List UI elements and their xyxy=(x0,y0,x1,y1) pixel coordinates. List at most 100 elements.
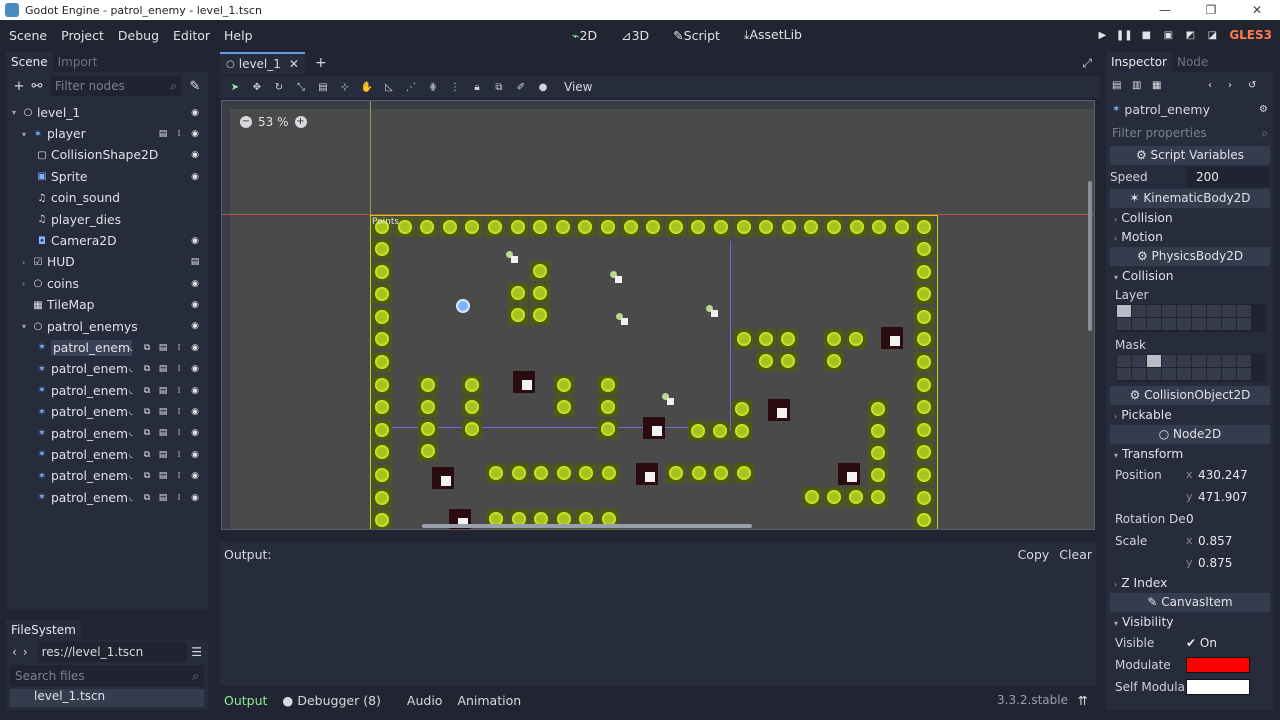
tree-node-patrol-enemy[interactable]: ✶ patrol_enem ◟ ⧉ ▤ ⁞ ◉ xyxy=(6,380,208,401)
mode-3d-button[interactable]: ⊿3D xyxy=(621,28,661,43)
object-properties-icon[interactable]: ⚙ xyxy=(1259,104,1268,115)
patrol-enemy-sprite[interactable] xyxy=(768,399,790,421)
camera-override-icon[interactable]: ● xyxy=(532,82,554,93)
group-icon[interactable]: ⁞ xyxy=(171,493,187,503)
position-y-field[interactable]: 471.907 xyxy=(1198,490,1270,504)
script-attached-icon[interactable]: ▤ xyxy=(155,129,171,139)
search-files-input[interactable]: Search files ⌕ xyxy=(10,665,204,687)
ruler-mode-icon[interactable]: ◺ xyxy=(378,82,400,93)
filter-properties-input[interactable]: Filter properties ⌕ xyxy=(1110,122,1270,144)
visibility-eye-icon[interactable]: ◉ xyxy=(187,386,203,396)
visibility-eye-icon[interactable]: ◉ xyxy=(187,471,203,481)
2d-viewport[interactable]: − 53 % + Points xyxy=(221,100,1095,530)
new-scene-tab-icon[interactable]: + xyxy=(315,55,327,71)
horizontal-scrollbar[interactable] xyxy=(422,524,752,528)
section-physics-body[interactable]: ⚙ PhysicsBody2D xyxy=(1110,247,1270,266)
close-icon[interactable]: ✕ xyxy=(1234,3,1280,17)
patrol-enemy-sprite[interactable] xyxy=(432,467,454,489)
visibility-eye-icon[interactable]: ◉ xyxy=(187,108,203,118)
snap-options-icon[interactable]: ⋮ xyxy=(444,82,466,93)
coin-node[interactable] xyxy=(706,305,718,317)
renderer-selector[interactable]: GLES3 xyxy=(1229,28,1272,42)
tree-node-player[interactable]: ▾ ✶ player ▤ ⁞ ◉ xyxy=(6,123,208,144)
filesystem-path[interactable]: res://level_1.tscn xyxy=(37,642,188,662)
scale-y-field[interactable]: 0.875 xyxy=(1198,556,1270,570)
script-attached-icon[interactable]: ▤ xyxy=(155,428,171,438)
instance-icon[interactable]: ⧉ xyxy=(139,343,155,353)
mask-bitmask[interactable] xyxy=(1116,353,1266,382)
coin-node[interactable] xyxy=(616,313,628,325)
group-pickable[interactable]: › Pickable xyxy=(1110,406,1270,425)
group-icon[interactable]: ⁞ xyxy=(171,428,187,438)
instance-icon[interactable]: ⧉ xyxy=(139,493,155,503)
modulate-color-picker[interactable] xyxy=(1186,656,1250,673)
mode-assetlib-button[interactable]: ⤓AssetLib xyxy=(744,27,814,43)
signal-icon[interactable]: ◟ xyxy=(123,386,139,396)
group-visibility[interactable]: ▾ Visibility xyxy=(1110,613,1270,632)
tab-inspector[interactable]: Inspector xyxy=(1106,52,1172,72)
group-motion[interactable]: › Motion xyxy=(1110,228,1270,247)
tab-output[interactable]: Output xyxy=(224,693,267,708)
self-modulate-color-picker[interactable] xyxy=(1186,678,1250,695)
visibility-eye-icon[interactable]: ◉ xyxy=(187,364,203,374)
group-icon[interactable]: ⁞ xyxy=(171,364,187,374)
instance-icon[interactable]: ⧉ xyxy=(139,407,155,417)
mode-script-button[interactable]: ✎Script xyxy=(673,28,732,43)
visibility-eye-icon[interactable]: ◉ xyxy=(187,172,203,182)
script-attached-icon[interactable]: ▤ xyxy=(155,450,171,460)
visibility-eye-icon[interactable]: ◉ xyxy=(187,300,203,310)
tree-node-patrol-enemy-selected[interactable]: ✶ patrol_enem ◟ ⧉ ▤ ⁞ ◉ xyxy=(6,337,208,358)
pause-icon[interactable]: ❚❚ xyxy=(1113,30,1135,41)
menu-project[interactable]: Project xyxy=(61,28,104,43)
play-scene-icon[interactable]: ▣ xyxy=(1157,30,1179,41)
forward-arrow-icon[interactable]: › xyxy=(23,645,28,659)
tree-node-patrol-enemy[interactable]: ✶ patrol_enem ◟ ⧉ ▤ ⁞ ◉ xyxy=(6,401,208,422)
visibility-eye-icon[interactable]: ◉ xyxy=(187,407,203,417)
copy-button[interactable]: Copy xyxy=(1018,547,1050,562)
patrol-enemy-sprite[interactable] xyxy=(838,463,860,485)
tab-filesystem[interactable]: FileSystem xyxy=(6,620,81,640)
pivot-mode-icon[interactable]: ⊹ xyxy=(334,82,356,93)
expand-panel-icon[interactable]: ⇈ xyxy=(1078,693,1088,708)
visibility-eye-icon[interactable]: ◉ xyxy=(187,493,203,503)
script-attached-icon[interactable]: ▤ xyxy=(155,407,171,417)
bones-icon[interactable]: ✐ xyxy=(510,82,532,93)
patrol-enemy-sprite[interactable] xyxy=(643,417,665,439)
instance-icon[interactable]: ⧉ xyxy=(139,450,155,460)
signal-icon[interactable]: ◟ xyxy=(123,364,139,374)
visibility-eye-icon[interactable]: ◉ xyxy=(187,343,203,353)
section-node2d[interactable]: ○ Node2D xyxy=(1110,425,1270,444)
coin-node[interactable] xyxy=(662,393,674,405)
play-icon[interactable]: ▶ xyxy=(1091,30,1113,41)
grid-snap-icon[interactable]: ⋕ xyxy=(422,82,444,93)
instance-icon[interactable]: ⧉ xyxy=(139,364,155,374)
tab-animation[interactable]: Animation xyxy=(457,693,521,708)
visibility-eye-icon[interactable]: ◉ xyxy=(187,279,203,289)
group-transform[interactable]: ▾ Transform xyxy=(1110,445,1270,464)
group-icon[interactable]: ⁞ xyxy=(171,407,187,417)
group-icon[interactable]: ⁞ xyxy=(171,471,187,481)
group-nodes-icon[interactable]: ⧉ xyxy=(488,82,510,93)
select-mode-icon[interactable]: ➤ xyxy=(224,82,246,93)
tree-node-sprite[interactable]: ▣ Sprite ◉ xyxy=(6,166,208,187)
instance-icon[interactable]: ⧉ xyxy=(139,471,155,481)
tree-node-player-dies[interactable]: ♫ player_dies xyxy=(6,209,208,230)
tree-node-patrol-enemys[interactable]: ▾ ○ patrol_enemys ◉ xyxy=(6,316,208,337)
move-mode-icon[interactable]: ✥ xyxy=(246,82,268,93)
link-icon[interactable]: ⚯ xyxy=(28,79,46,94)
visibility-eye-icon[interactable]: ◉ xyxy=(187,129,203,139)
visibility-eye-icon[interactable]: ◉ xyxy=(187,150,203,160)
script-attached-icon[interactable]: ▤ xyxy=(155,493,171,503)
patrol-enemy-sprite[interactable] xyxy=(881,327,903,349)
lock-icon[interactable]: 🔒︎ xyxy=(466,82,488,93)
signal-icon[interactable]: ◟ xyxy=(123,407,139,417)
menu-scene[interactable]: Scene xyxy=(9,28,47,43)
visibility-eye-icon[interactable]: ◉ xyxy=(187,428,203,438)
tree-node-collisionshape2d[interactable]: ▢ CollisionShape2D ◉ xyxy=(6,145,208,166)
save-resource-icon[interactable]: ▦ xyxy=(1152,80,1172,91)
signal-icon[interactable]: ◟ xyxy=(123,471,139,481)
debug-options-icon[interactable]: ◪ xyxy=(1201,30,1223,41)
tab-import[interactable]: Import xyxy=(53,52,103,72)
visible-checkbox[interactable]: ✔ On xyxy=(1186,636,1270,650)
collapse-arrow-icon[interactable]: ▾ xyxy=(22,130,32,139)
